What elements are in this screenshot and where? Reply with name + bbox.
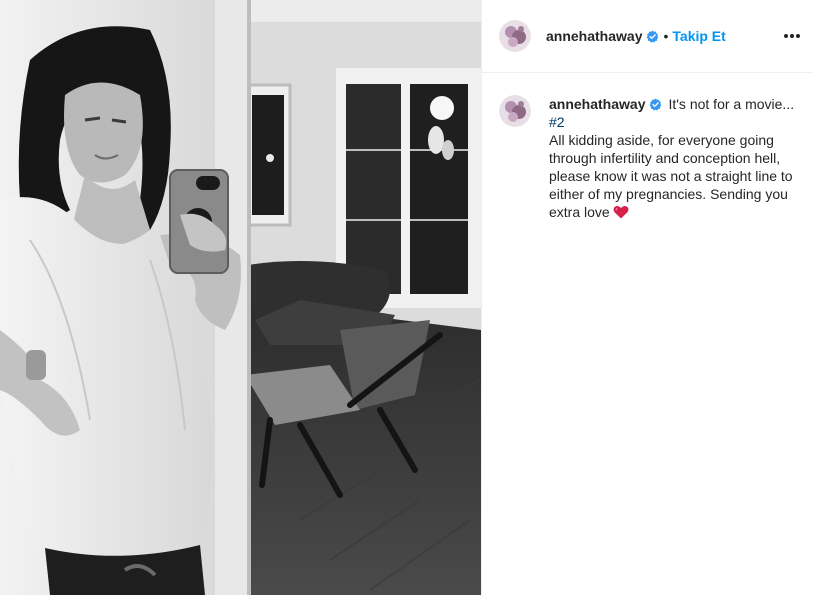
verified-badge-icon	[646, 30, 659, 43]
avatar-image	[499, 95, 531, 127]
heart-emoji-icon	[613, 205, 629, 219]
caption-text: All kidding aside, for everyone going th…	[549, 132, 793, 220]
post-header: annehathaway • Takip Et	[482, 0, 813, 73]
post-caption: annehathaway It's not for a movie... #2 …	[499, 95, 799, 221]
follow-button[interactable]: Takip Et	[672, 28, 725, 44]
separator-dot: •	[663, 28, 669, 44]
caption-first-line: It's not for a movie...	[668, 96, 795, 112]
avatar-image	[499, 20, 531, 52]
mirror-selfie-image	[0, 0, 481, 595]
post-container: annehathaway • Takip Et annehathaway It'…	[0, 0, 813, 595]
verified-badge-icon	[649, 98, 662, 111]
author-avatar[interactable]	[499, 20, 531, 52]
caption-text-wrap: All kidding aside, for everyone going th…	[549, 132, 793, 220]
post-side-panel: annehathaway • Takip Et annehathaway It'…	[481, 0, 813, 595]
more-dot	[796, 34, 800, 38]
more-dot	[784, 34, 788, 38]
caption-author-avatar[interactable]	[499, 95, 531, 127]
more-dot	[790, 34, 794, 38]
caption-body: annehathaway It's not for a movie... #2 …	[549, 95, 799, 221]
more-options-icon[interactable]	[782, 26, 802, 46]
caption-username[interactable]: annehathaway	[549, 95, 645, 113]
author-username[interactable]: annehathaway	[546, 28, 642, 44]
caption-hashtag[interactable]: #2	[549, 113, 799, 131]
post-photo[interactable]	[0, 0, 481, 595]
